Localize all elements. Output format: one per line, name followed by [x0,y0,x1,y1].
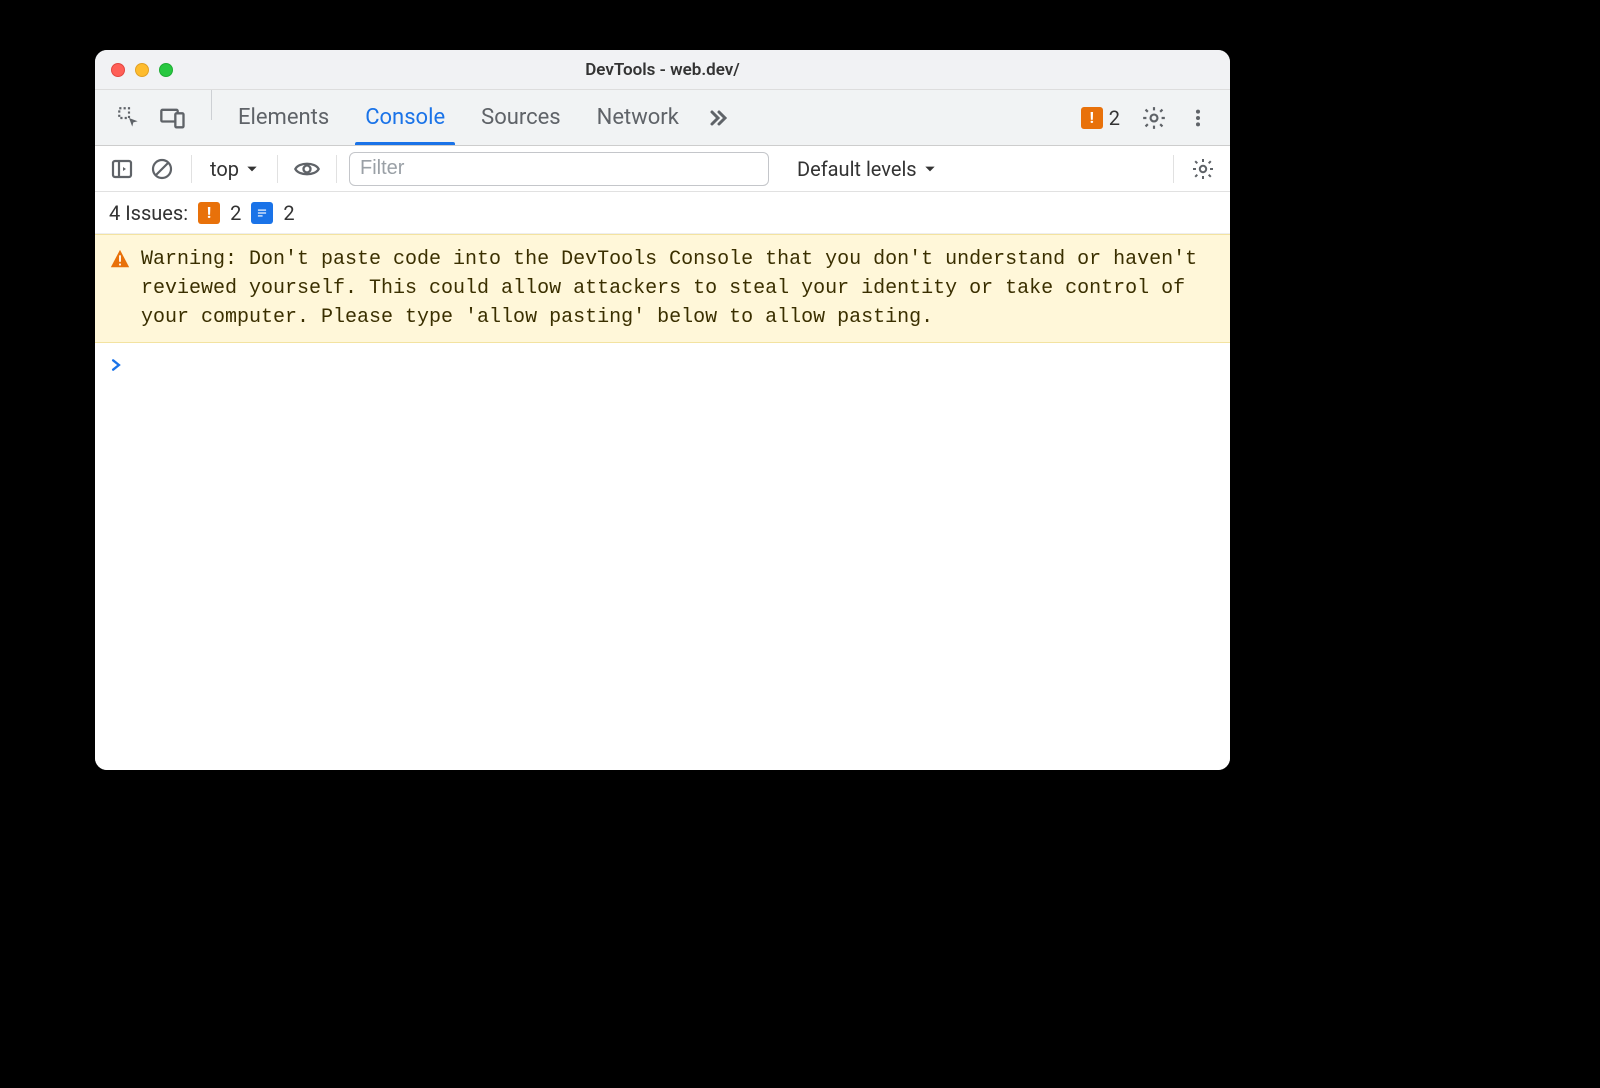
tab-label: Network [597,105,679,130]
tab-label: Sources [481,105,561,130]
tab-sources[interactable]: Sources [463,90,579,145]
devtools-window: DevTools - web.dev/ Elements Console Sou… [95,50,1230,770]
log-levels-select[interactable]: Default levels [789,157,945,181]
traffic-lights [95,63,173,77]
execution-context-select[interactable]: top [204,157,265,181]
prompt-caret-icon [109,357,123,373]
divider [191,155,192,183]
header-issues-chip[interactable]: ! 2 [1071,106,1130,130]
show-console-sidebar-button[interactable] [105,152,139,186]
divider [336,155,337,183]
inspect-element-button[interactable] [109,98,149,138]
console-prompt[interactable] [95,343,1230,387]
divider [211,90,212,120]
chevron-down-icon [923,162,937,176]
titlebar: DevTools - web.dev/ [95,50,1230,90]
tab-label: Console [365,105,445,130]
filter-input[interactable] [349,152,769,186]
divider [277,155,278,183]
settings-button[interactable] [1134,98,1174,138]
issues-summary[interactable]: 4 Issues: ! 2 2 [95,192,1230,234]
levels-label: Default levels [797,157,917,181]
minimize-window-button[interactable] [135,63,149,77]
divider [1173,155,1174,183]
console-settings-button[interactable] [1186,152,1220,186]
maximize-window-button[interactable] [159,63,173,77]
main-tabstrip: Elements Console Sources Network ! 2 [95,90,1230,146]
tab-network[interactable]: Network [579,90,697,145]
self-xss-warning: Warning: Don't paste code into the DevTo… [95,234,1230,343]
clear-console-button[interactable] [145,152,179,186]
more-tabs-button[interactable] [697,90,737,145]
chevron-down-icon [245,162,259,176]
window-title: DevTools - web.dev/ [95,60,1230,80]
warning-badge-icon: ! [1081,107,1103,129]
live-expression-button[interactable] [290,152,324,186]
console-body: Warning: Don't paste code into the DevTo… [95,234,1230,770]
warning-text: Warning: Don't paste code into the DevTo… [141,245,1216,332]
issues-label: 4 Issues: [109,201,188,225]
tab-elements[interactable]: Elements [220,90,347,145]
issues-blue-count: 2 [283,201,294,225]
close-window-button[interactable] [111,63,125,77]
console-toolbar: top Default levels [95,146,1230,192]
issues-orange-count: 2 [230,201,241,225]
tab-console[interactable]: Console [347,90,463,145]
tab-label: Elements [238,105,329,130]
device-toolbar-button[interactable] [153,98,193,138]
warning-badge-icon: ! [198,202,220,224]
header-issue-count: 2 [1109,106,1120,130]
info-badge-icon [251,202,273,224]
warning-triangle-icon [109,248,131,270]
more-options-button[interactable] [1178,98,1218,138]
context-label: top [210,157,239,181]
